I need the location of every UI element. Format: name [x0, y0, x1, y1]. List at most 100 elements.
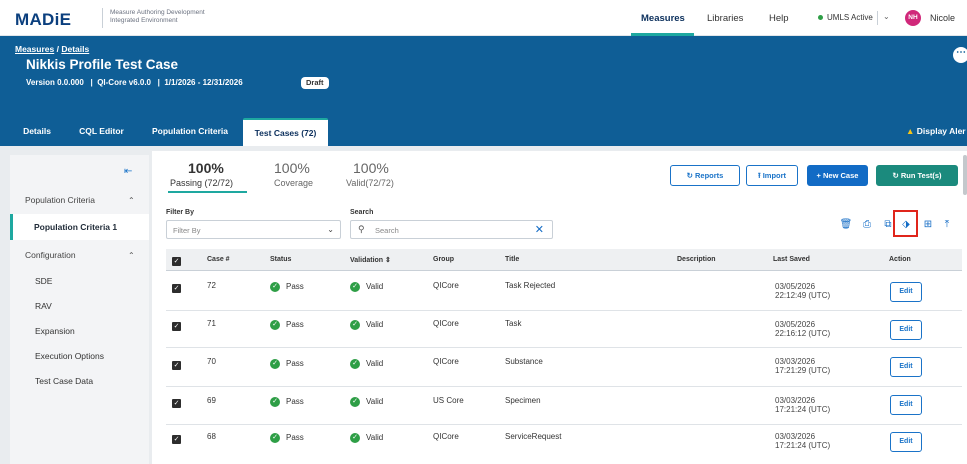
status-cell: ✓ Pass	[270, 282, 304, 292]
row-checkbox[interactable]: ✓	[172, 322, 181, 331]
sidebar-item-expansion[interactable]: Expansion	[35, 326, 75, 336]
avatar[interactable]: NH	[905, 10, 921, 26]
umls-status[interactable]: UMLS Active	[818, 13, 873, 22]
last-saved-time: 22:12:49 (UTC)	[775, 291, 831, 300]
column-header-title[interactable]: Title	[505, 256, 519, 263]
coverage-label[interactable]: Coverage	[274, 178, 313, 188]
edit-button[interactable]: Edit	[890, 357, 922, 377]
search-label: Search	[350, 209, 374, 216]
import-button[interactable]: ⭱ Import	[746, 165, 798, 186]
validation-cell: ✓ Valid	[350, 433, 383, 443]
last-saved-date: 03/03/2026	[775, 432, 816, 441]
chevron-up-icon[interactable]: ⌃	[128, 196, 135, 205]
tab-cql-editor[interactable]: CQL Editor	[69, 118, 134, 146]
upload-icon: ⭱	[757, 171, 761, 180]
check-circle-icon: ✓	[350, 282, 360, 292]
check-circle-icon: ✓	[350, 359, 360, 369]
column-header-description[interactable]: Description	[677, 256, 716, 263]
tab-test-cases[interactable]: Test Cases (72)	[243, 118, 328, 146]
import-file-icon[interactable]: ⊞	[921, 218, 935, 232]
status-cell: ✓ Pass	[270, 433, 304, 443]
status-cell: ✓ Pass	[270, 359, 304, 369]
validation-text: Valid	[366, 282, 384, 292]
scrollbar[interactable]	[963, 155, 967, 195]
sidebar-item-rav[interactable]: RAV	[35, 301, 52, 311]
search-input[interactable]: ⚲ Search ✕	[350, 220, 553, 239]
sort-icon[interactable]: ⇕	[385, 257, 391, 264]
validation-text: Valid	[366, 320, 384, 330]
last-saved-time: 17:21:29 (UTC)	[775, 366, 831, 375]
new-case-button[interactable]: + New Case	[807, 165, 868, 186]
collapse-sidebar-icon[interactable]: ⇤	[124, 166, 132, 177]
last-saved-cell: 03/03/2026 17:21:24 (UTC)	[775, 432, 830, 450]
last-saved-date: 03/03/2026	[775, 396, 816, 405]
sidebar-item-population-criteria-1[interactable]: Population Criteria 1	[10, 214, 149, 240]
column-header-last-saved[interactable]: Last Saved	[773, 256, 810, 263]
delete-icon[interactable]: 🗑	[839, 218, 853, 232]
nav-libraries[interactable]: Libraries	[707, 13, 743, 24]
row-checkbox[interactable]: ✓	[172, 284, 181, 293]
column-header-case[interactable]: Case #	[207, 256, 230, 263]
breadcrumb-details[interactable]: Details	[61, 44, 89, 54]
export-icon[interactable]: ⎙	[860, 218, 874, 232]
column-header-group[interactable]: Group	[433, 256, 454, 263]
last-saved-time: 17:21:24 (UTC)	[775, 405, 831, 414]
nav-measures[interactable]: Measures	[641, 13, 685, 24]
column-header-validation[interactable]: Validation ⇕	[350, 256, 391, 264]
sidebar-item-sde[interactable]: SDE	[35, 276, 52, 286]
chevron-down-icon: ⌄	[327, 225, 334, 234]
umls-status-label: UMLS Active	[827, 13, 873, 22]
validation-cell: ✓ Valid	[350, 282, 383, 292]
edit-button[interactable]: Edit	[890, 320, 922, 340]
select-all-checkbox[interactable]: ✓	[172, 257, 181, 266]
row-checkbox[interactable]: ✓	[172, 435, 181, 444]
group-cell: QICore	[433, 357, 459, 366]
last-saved-cell: 03/03/2026 17:21:29 (UTC)	[775, 357, 830, 375]
tab-details[interactable]: Details	[15, 118, 59, 146]
status-cell: ✓ Pass	[270, 320, 304, 330]
chevron-up-icon[interactable]: ⌃	[128, 251, 135, 260]
run-tests-button[interactable]: ↻ Run Test(s)	[876, 165, 958, 186]
nav-help[interactable]: Help	[769, 13, 789, 24]
refresh-icon: ↻	[892, 171, 899, 180]
check-circle-icon: ✓	[350, 433, 360, 443]
check-circle-icon: ✓	[270, 282, 280, 292]
edit-button[interactable]: Edit	[890, 432, 922, 452]
breadcrumb: Measures / Details	[15, 44, 89, 54]
edit-button[interactable]: Edit	[890, 395, 922, 415]
chevron-down-icon[interactable]: ⌄	[883, 12, 890, 21]
clear-search-icon[interactable]: ✕	[535, 223, 544, 236]
sidebar-item-execution-options[interactable]: Execution Options	[35, 351, 104, 361]
display-alerts-button[interactable]: ▲ Display Aler	[906, 126, 966, 136]
highlight-box	[893, 210, 918, 237]
user-menu[interactable]: Nicole	[930, 13, 955, 23]
title-cell: Substance	[505, 357, 543, 366]
passing-label[interactable]: Passing (72/72)	[170, 178, 233, 188]
sidebar-group-configuration[interactable]: Configuration	[25, 250, 76, 260]
madie-logo[interactable]: MADiE	[15, 10, 71, 30]
column-header-action[interactable]: Action	[889, 256, 911, 263]
validation-text: Valid	[366, 397, 384, 407]
case-number: 69	[207, 396, 216, 405]
column-header-status[interactable]: Status	[270, 256, 291, 263]
sidebar-group-population-criteria[interactable]: Population Criteria	[25, 195, 95, 205]
group-cell: QICore	[433, 281, 459, 290]
validation-text: Valid	[366, 359, 384, 369]
check-circle-icon: ✓	[270, 433, 280, 443]
test-cases-panel	[152, 151, 967, 464]
reports-button[interactable]: ↻ Reports	[670, 165, 740, 186]
edit-button[interactable]: Edit	[890, 282, 922, 302]
page-title: Nikkis Profile Test Case	[26, 57, 179, 72]
tab-population-criteria[interactable]: Population Criteria	[140, 118, 240, 146]
filter-select[interactable]: Filter By ⌄	[166, 220, 341, 239]
more-options-button[interactable]: ⋯	[953, 47, 967, 63]
sidebar-item-test-case-data[interactable]: Test Case Data	[35, 376, 93, 386]
valid-label[interactable]: Valid(72/72)	[346, 178, 394, 188]
breadcrumb-measures[interactable]: Measures	[15, 44, 54, 54]
upload-icon[interactable]: ⤒	[940, 218, 954, 232]
status-text: Pass	[286, 359, 304, 369]
row-checkbox[interactable]: ✓	[172, 399, 181, 408]
check-circle-icon: ✓	[350, 320, 360, 330]
coverage-percent: 100%	[274, 160, 310, 176]
row-checkbox[interactable]: ✓	[172, 361, 181, 370]
